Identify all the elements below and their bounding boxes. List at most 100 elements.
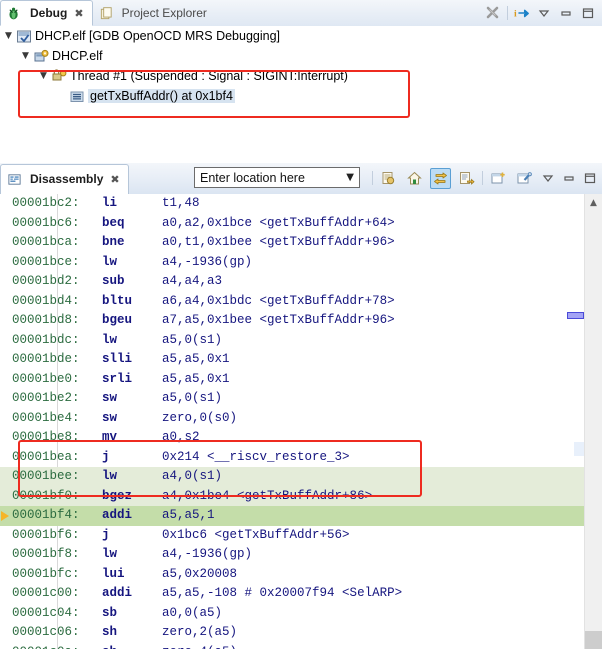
tab-disassembly[interactable]: Disassembly ✖ xyxy=(0,163,129,195)
scroll-up-arrow-icon[interactable]: ▲ xyxy=(585,194,602,211)
show-symbols-icon[interactable] xyxy=(456,168,477,189)
project-explorer-icon xyxy=(98,5,115,21)
disassembly-line[interactable]: 00001c06: sh zero,2(a5) xyxy=(0,623,602,643)
pin-view-icon[interactable] xyxy=(514,168,535,189)
disassembly-line[interactable]: 00001bfc: lui a5,0x20008 xyxy=(0,565,602,585)
line-address: 00001be4: xyxy=(12,410,103,425)
disassembly-line[interactable]: 00001bd8: bgeu a7,a5,0x1bee <getTxBuffAd… xyxy=(0,311,602,331)
location-input-placeholder: Enter location here xyxy=(200,170,305,185)
line-address: 00001bd4: xyxy=(12,293,103,308)
line-address: 00001be8: xyxy=(12,430,103,444)
disassembly-line[interactable]: 00001bea: j 0x214 <__riscv_restore_3> xyxy=(0,448,602,468)
line-operands: a5,a5,0x1 xyxy=(162,371,230,386)
disassembly-toolbar xyxy=(372,166,598,190)
line-address: 00001c00: xyxy=(12,586,103,600)
disassembly-line[interactable]: 00001bf6: j 0x1bc6 <getTxBuffAddr+56> xyxy=(0,526,602,546)
disassembly-line[interactable]: 00001be8: mv a0,s2 xyxy=(0,428,602,448)
minimize-icon[interactable] xyxy=(561,170,577,186)
disassembly-line[interactable]: 00001be4: sw zero,0(s0) xyxy=(0,409,602,429)
show-source-icon[interactable] xyxy=(378,168,399,189)
line-mnemonic: bne xyxy=(102,235,163,249)
line-mnemonic: bltu xyxy=(102,293,163,308)
step-into-selection-icon[interactable]: i xyxy=(514,5,530,21)
line-operands: 0x214 <__riscv_restore_3> xyxy=(162,449,350,464)
vertical-scrollbar[interactable]: ▲ xyxy=(584,194,602,649)
disassembly-line[interactable]: 00001bce: lw a4,-1936(gp) xyxy=(0,253,602,273)
disassembly-line[interactable]: 00001c0a: sh zero,4(a5) xyxy=(0,643,602,649)
line-address: 00001bd8: xyxy=(12,313,103,327)
disassembly-line[interactable]: 00001bf0: bgez a4,0x1be4 <getTxBuffAddr+… xyxy=(0,486,602,506)
line-mnemonic: lw xyxy=(102,469,163,483)
disassembly-line-list[interactable]: 00001bc2: li t1,48 00001bc6: beq a0,a2,0x… xyxy=(0,194,602,649)
close-icon[interactable]: ✖ xyxy=(74,7,83,20)
tree-row-launch-config[interactable]: ▼ DHCP.elf [GDB OpenOCD MRS Debugging] xyxy=(0,26,602,46)
new-view-icon[interactable] xyxy=(488,168,509,189)
line-operands: zero,0(s0) xyxy=(162,410,238,425)
link-with-active-debug-context-icon[interactable] xyxy=(430,167,451,189)
line-address: 00001c0a: xyxy=(12,645,102,649)
disassembly-line[interactable]: 00001bf4: addi a5,a5,1 xyxy=(0,506,602,526)
line-operands: a0,0(a5) xyxy=(162,605,223,620)
svg-text:i: i xyxy=(514,9,517,20)
line-address: 00001bc2: xyxy=(12,196,103,210)
disassembly-line[interactable]: 00001bc6: beq a0,a2,0x1bce <getTxBuffAdd… xyxy=(0,214,602,234)
disassembly-line[interactable]: 00001bde: slli a5,a5,0x1 xyxy=(0,350,602,370)
line-operands: a4,0x1be4 <getTxBuffAddr+86> xyxy=(162,488,373,503)
line-operands: a5,0(s1) xyxy=(162,332,223,347)
line-mnemonic: mv xyxy=(102,430,163,444)
chevron-down-icon[interactable]: ▼ xyxy=(346,172,354,183)
disassembly-line[interactable]: 00001bee: lw a4,0(s1) xyxy=(0,467,602,487)
tree-row-process[interactable]: ▼ DHCP.elf xyxy=(0,46,602,66)
chevron-down-icon[interactable]: ▼ xyxy=(19,51,32,61)
line-address: 00001bd2: xyxy=(12,274,103,288)
tab-project-explorer-label: Project Explorer xyxy=(121,6,207,20)
tab-project-explorer[interactable]: Project Explorer xyxy=(93,0,215,26)
line-operands: t1,48 xyxy=(162,196,200,210)
debug-view: Debug ✖ Project Explorer i ▼ DHCP.elf [G… xyxy=(0,0,602,163)
disassembly-line[interactable]: 00001bf8: lw a4,-1936(gp) xyxy=(0,545,602,565)
minimize-icon[interactable] xyxy=(558,5,574,21)
maximize-icon[interactable] xyxy=(582,170,598,186)
process-icon xyxy=(32,48,49,64)
disassembly-line[interactable]: 00001c00: addi a5,a5,-108 # 0x20007f94 <… xyxy=(0,584,602,604)
line-mnemonic: addi xyxy=(102,586,163,600)
chevron-down-icon[interactable]: ▼ xyxy=(37,71,50,81)
chevron-down-icon[interactable]: ▼ xyxy=(2,31,15,41)
line-mnemonic: j xyxy=(102,449,163,464)
home-icon[interactable] xyxy=(404,168,425,189)
disassembly-view: Disassembly ✖ Enter location here ▼ 0000… xyxy=(0,163,602,649)
line-address: 00001bf0: xyxy=(12,488,103,503)
view-menu-icon[interactable] xyxy=(540,170,556,186)
disassembly-line[interactable]: 00001be2: sw a5,0(s1) xyxy=(0,389,602,409)
location-input[interactable]: Enter location here ▼ xyxy=(194,167,360,188)
tab-debug-label: Debug xyxy=(30,6,68,20)
tab-debug[interactable]: Debug ✖ xyxy=(0,0,93,26)
overview-ruler-marker[interactable] xyxy=(567,312,584,319)
line-operands: a5,a5,-108 # 0x20007f94 <SelARP> xyxy=(162,586,403,600)
disassembly-line[interactable]: 00001c04: sb a0,0(a5) xyxy=(0,604,602,624)
scrollbar-thumb[interactable] xyxy=(585,631,602,649)
view-menu-icon[interactable] xyxy=(536,5,552,21)
line-address: 00001be2: xyxy=(12,391,103,405)
line-operands: a4,-1936(gp) xyxy=(162,547,253,561)
disassembly-line[interactable]: 00001be0: srli a5,a5,0x1 xyxy=(0,370,602,390)
tree-row-stack-frame[interactable]: getTxBuffAddr() at 0x1bf4 xyxy=(0,86,602,106)
line-address: 00001bce: xyxy=(12,254,103,269)
launch-config-icon xyxy=(15,28,32,44)
disassembly-line[interactable]: 00001bd2: sub a4,a4,a3 xyxy=(0,272,602,292)
disassembly-line[interactable]: 00001bdc: lw a5,0(s1) xyxy=(0,331,602,351)
disassembly-line[interactable]: 00001bca: bne a0,t1,0x1bee <getTxBuffAdd… xyxy=(0,233,602,253)
line-mnemonic: j xyxy=(102,527,163,542)
line-address: 00001bc6: xyxy=(12,215,103,230)
disassembly-line[interactable]: 00001bd4: bltu a6,a4,0x1bdc <getTxBuffAd… xyxy=(0,292,602,312)
line-address: 00001bde: xyxy=(12,352,103,366)
debug-tree[interactable]: ▼ DHCP.elf [GDB OpenOCD MRS Debugging] ▼ xyxy=(0,26,602,163)
disassembly-line[interactable]: 00001bc2: li t1,48 xyxy=(0,194,602,214)
tree-row-thread[interactable]: ▼ Thread #1 (Suspended : Signal : SIGINT… xyxy=(0,66,602,86)
maximize-icon[interactable] xyxy=(580,5,596,21)
disassembly-code-area[interactable]: 00001bc2: li t1,48 00001bc6: beq a0,a2,0x… xyxy=(0,194,602,649)
remove-all-terminated-icon[interactable] xyxy=(485,5,501,21)
line-mnemonic: sub xyxy=(102,274,163,288)
bug-icon xyxy=(6,5,23,21)
close-icon[interactable]: ✖ xyxy=(110,173,119,186)
